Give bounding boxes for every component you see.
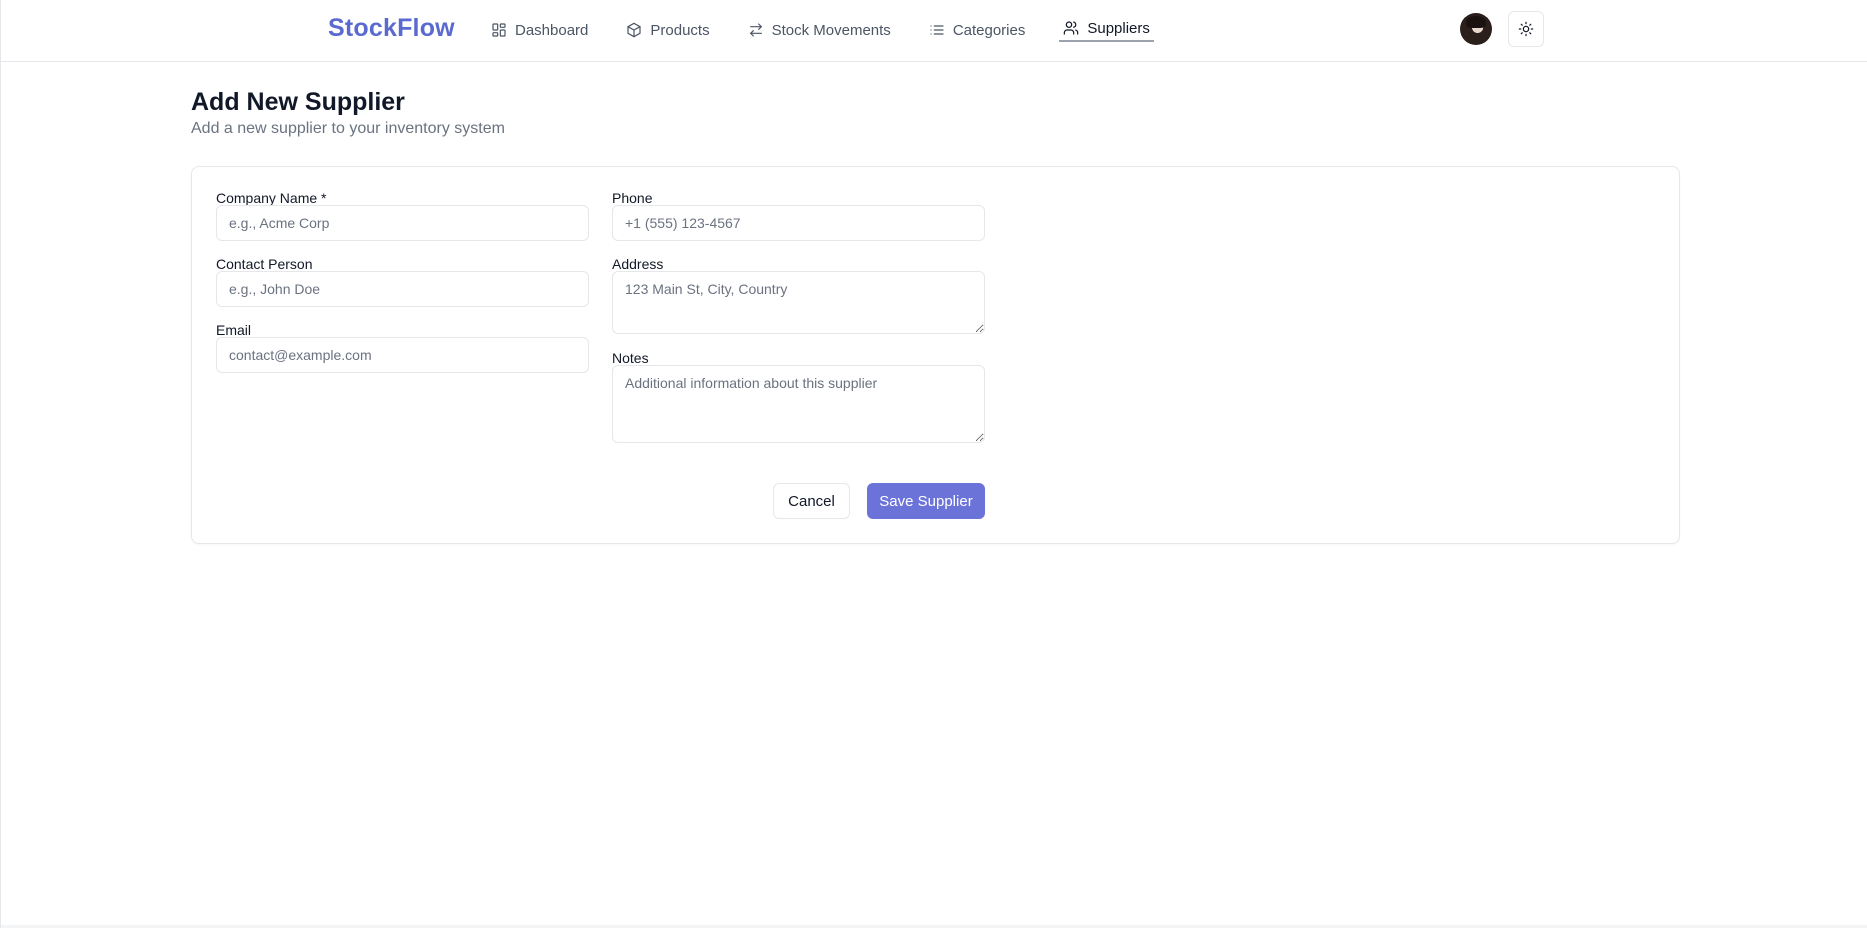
nav-item-stock-movements[interactable]: Stock Movements xyxy=(744,16,895,44)
email-label: Email xyxy=(216,322,252,338)
notes-label: Notes xyxy=(612,350,649,366)
top-navigation-bar: StockFlow Dashboard Products Stock Movem… xyxy=(1,0,1867,62)
users-icon xyxy=(1064,21,1079,35)
address-textarea[interactable] xyxy=(612,271,985,334)
company-name-input[interactable] xyxy=(216,205,589,241)
cancel-button[interactable]: Cancel xyxy=(773,483,850,519)
save-supplier-button[interactable]: Save Supplier xyxy=(867,483,985,519)
address-label: Address xyxy=(612,256,664,272)
notes-textarea[interactable] xyxy=(612,365,985,443)
list-icon xyxy=(930,25,944,35)
main-nav: Dashboard Products Stock Movements Categ… xyxy=(487,16,1184,44)
page-title: Add New Supplier xyxy=(191,88,405,116)
contact-person-label: Contact Person xyxy=(216,256,313,272)
nav-item-products[interactable]: Products xyxy=(622,16,713,44)
company-name-label: Company Name * xyxy=(216,190,327,206)
contact-person-input[interactable] xyxy=(216,271,589,307)
sun-icon xyxy=(1518,21,1534,37)
nav-item-dashboard[interactable]: Dashboard xyxy=(487,16,592,44)
nav-item-label: Dashboard xyxy=(515,21,589,39)
nav-item-label: Products xyxy=(650,21,710,39)
brand-logo[interactable]: StockFlow xyxy=(328,14,455,43)
dashboard-icon xyxy=(492,23,506,37)
nav-item-label: Suppliers xyxy=(1087,19,1150,37)
arrows-left-right-icon xyxy=(749,23,762,37)
nav-item-categories[interactable]: Categories xyxy=(925,16,1030,44)
theme-toggle-button[interactable] xyxy=(1508,11,1544,47)
nav-item-suppliers[interactable]: Suppliers xyxy=(1059,16,1154,42)
user-avatar[interactable] xyxy=(1460,13,1492,45)
phone-input[interactable] xyxy=(612,205,985,241)
email-input[interactable] xyxy=(216,337,589,373)
nav-item-label: Categories xyxy=(952,21,1026,39)
phone-label: Phone xyxy=(612,190,653,206)
app-window: StockFlow Dashboard Products Stock Movem… xyxy=(0,0,1867,928)
nav-item-label: Stock Movements xyxy=(771,21,891,39)
box-icon xyxy=(627,22,641,38)
page-subtitle: Add a new supplier to your inventory sys… xyxy=(191,120,505,137)
